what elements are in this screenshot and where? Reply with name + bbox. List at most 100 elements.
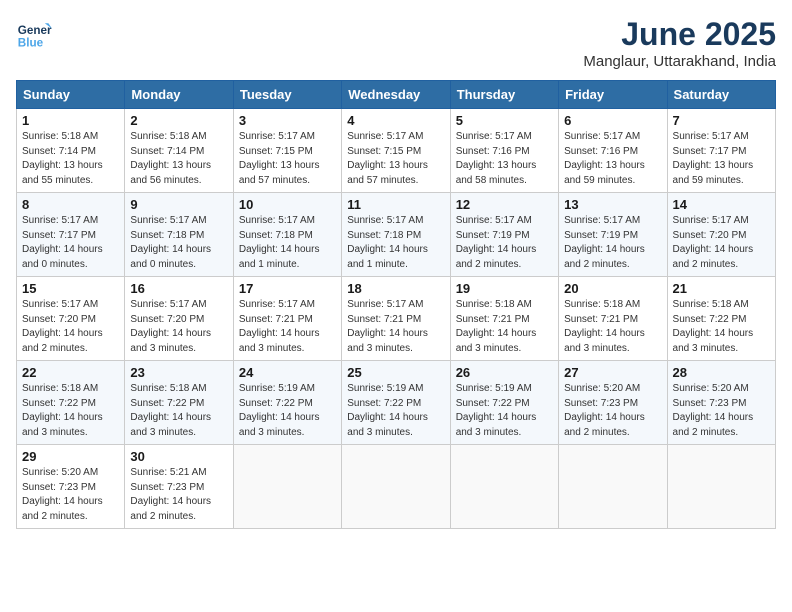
logo-icon: General Blue: [16, 16, 52, 52]
day-info: Sunrise: 5:17 AM Sunset: 7:20 PM Dayligh…: [673, 214, 770, 272]
calendar-cell: [559, 445, 667, 529]
day-info: Sunrise: 5:18 AM Sunset: 7:22 PM Dayligh…: [22, 382, 119, 440]
calendar-cell: 18 Sunrise: 5:17 AM Sunset: 7:21 PM Dayli…: [342, 277, 450, 361]
calendar-cell: 22 Sunrise: 5:18 AM Sunset: 7:22 PM Dayli…: [17, 361, 125, 445]
day-info: Sunrise: 5:18 AM Sunset: 7:22 PM Dayligh…: [130, 382, 227, 440]
day-number: 26: [456, 365, 553, 380]
calendar-cell: 15 Sunrise: 5:17 AM Sunset: 7:20 PM Dayli…: [17, 277, 125, 361]
day-number: 2: [130, 113, 227, 128]
day-info: Sunrise: 5:17 AM Sunset: 7:21 PM Dayligh…: [347, 298, 444, 356]
location-title: Manglaur, Uttarakhand, India: [583, 53, 776, 70]
day-number: 17: [239, 281, 336, 296]
day-number: 15: [22, 281, 119, 296]
calendar-cell: 5 Sunrise: 5:17 AM Sunset: 7:16 PM Daylig…: [450, 109, 558, 193]
day-number: 10: [239, 197, 336, 212]
page-header: General Blue June 2025 Manglaur, Uttarak…: [16, 16, 776, 70]
day-info: Sunrise: 5:17 AM Sunset: 7:18 PM Dayligh…: [130, 214, 227, 272]
day-number: 8: [22, 197, 119, 212]
day-info: Sunrise: 5:19 AM Sunset: 7:22 PM Dayligh…: [347, 382, 444, 440]
calendar-cell: 3Sunrise: 5:17 AM Sunset: 7:15 PM Daylig…: [233, 109, 341, 193]
day-number: 13: [564, 197, 661, 212]
day-info: Sunrise: 5:17 AM Sunset: 7:18 PM Dayligh…: [347, 214, 444, 272]
day-info: Sunrise: 5:17 AM Sunset: 7:15 PM Dayligh…: [239, 130, 336, 188]
logo: General Blue: [16, 16, 52, 52]
day-info: Sunrise: 5:17 AM Sunset: 7:19 PM Dayligh…: [564, 214, 661, 272]
svg-text:Blue: Blue: [18, 37, 44, 50]
calendar-cell: 17 Sunrise: 5:17 AM Sunset: 7:21 PM Dayli…: [233, 277, 341, 361]
day-info: Sunrise: 5:21 AM Sunset: 7:23 PM Dayligh…: [130, 466, 227, 524]
calendar-cell: [342, 445, 450, 529]
calendar-cell: 25 Sunrise: 5:19 AM Sunset: 7:22 PM Dayli…: [342, 361, 450, 445]
calendar-cell: 28 Sunrise: 5:20 AM Sunset: 7:23 PM Dayli…: [667, 361, 775, 445]
weekday-header-saturday: Saturday: [667, 81, 775, 109]
day-number: 19: [456, 281, 553, 296]
calendar-cell: 23 Sunrise: 5:18 AM Sunset: 7:22 PM Dayli…: [125, 361, 233, 445]
day-info: Sunrise: 5:18 AM Sunset: 7:14 PM Dayligh…: [130, 130, 227, 188]
day-number: 18: [347, 281, 444, 296]
day-info: Sunrise: 5:17 AM Sunset: 7:15 PM Dayligh…: [347, 130, 444, 188]
day-number: 25: [347, 365, 444, 380]
day-info: Sunrise: 5:17 AM Sunset: 7:21 PM Dayligh…: [239, 298, 336, 356]
calendar-cell: 21Sunrise: 5:18 AM Sunset: 7:22 PM Dayli…: [667, 277, 775, 361]
day-number: 14: [673, 197, 770, 212]
calendar-cell: 16Sunrise: 5:17 AM Sunset: 7:20 PM Dayli…: [125, 277, 233, 361]
calendar-cell: 27 Sunrise: 5:20 AM Sunset: 7:23 PM Dayli…: [559, 361, 667, 445]
day-info: Sunrise: 5:17 AM Sunset: 7:16 PM Dayligh…: [456, 130, 553, 188]
calendar-cell: 8Sunrise: 5:17 AM Sunset: 7:17 PM Daylig…: [17, 193, 125, 277]
calendar-cell: 20Sunrise: 5:18 AM Sunset: 7:21 PM Dayli…: [559, 277, 667, 361]
day-info: Sunrise: 5:18 AM Sunset: 7:14 PM Dayligh…: [22, 130, 119, 188]
day-info: Sunrise: 5:17 AM Sunset: 7:17 PM Dayligh…: [673, 130, 770, 188]
day-info: Sunrise: 5:17 AM Sunset: 7:20 PM Dayligh…: [130, 298, 227, 356]
day-number: 24: [239, 365, 336, 380]
weekday-header-monday: Monday: [125, 81, 233, 109]
calendar-cell: [233, 445, 341, 529]
day-info: Sunrise: 5:17 AM Sunset: 7:20 PM Dayligh…: [22, 298, 119, 356]
day-number: 12: [456, 197, 553, 212]
calendar-week-3: 15 Sunrise: 5:17 AM Sunset: 7:20 PM Dayli…: [17, 277, 776, 361]
calendar-week-4: 22 Sunrise: 5:18 AM Sunset: 7:22 PM Dayli…: [17, 361, 776, 445]
day-number: 6: [564, 113, 661, 128]
calendar-cell: 10 Sunrise: 5:17 AM Sunset: 7:18 PM Dayli…: [233, 193, 341, 277]
calendar-cell: [450, 445, 558, 529]
weekday-header-wednesday: Wednesday: [342, 81, 450, 109]
day-number: 7: [673, 113, 770, 128]
day-info: Sunrise: 5:17 AM Sunset: 7:18 PM Dayligh…: [239, 214, 336, 272]
calendar-cell: 7 Sunrise: 5:17 AM Sunset: 7:17 PM Daylig…: [667, 109, 775, 193]
day-number: 5: [456, 113, 553, 128]
day-info: Sunrise: 5:18 AM Sunset: 7:22 PM Dayligh…: [673, 298, 770, 356]
calendar-cell: [667, 445, 775, 529]
day-number: 28: [673, 365, 770, 380]
day-info: Sunrise: 5:20 AM Sunset: 7:23 PM Dayligh…: [564, 382, 661, 440]
day-info: Sunrise: 5:20 AM Sunset: 7:23 PM Dayligh…: [673, 382, 770, 440]
day-info: Sunrise: 5:19 AM Sunset: 7:22 PM Dayligh…: [239, 382, 336, 440]
weekday-header-thursday: Thursday: [450, 81, 558, 109]
weekday-header-tuesday: Tuesday: [233, 81, 341, 109]
day-info: Sunrise: 5:18 AM Sunset: 7:21 PM Dayligh…: [456, 298, 553, 356]
weekday-header-row: SundayMondayTuesdayWednesdayThursdayFrid…: [17, 81, 776, 109]
calendar-cell: 1 Sunrise: 5:18 AM Sunset: 7:14 PM Daylig…: [17, 109, 125, 193]
calendar-week-5: 29 Sunrise: 5:20 AM Sunset: 7:23 PM Dayli…: [17, 445, 776, 529]
calendar-cell: 19 Sunrise: 5:18 AM Sunset: 7:21 PM Dayli…: [450, 277, 558, 361]
calendar-cell: 11Sunrise: 5:17 AM Sunset: 7:18 PM Dayli…: [342, 193, 450, 277]
calendar-table: SundayMondayTuesdayWednesdayThursdayFrid…: [16, 80, 776, 529]
calendar-cell: 4 Sunrise: 5:17 AM Sunset: 7:15 PM Daylig…: [342, 109, 450, 193]
calendar-week-1: 1 Sunrise: 5:18 AM Sunset: 7:14 PM Daylig…: [17, 109, 776, 193]
calendar-cell: 9Sunrise: 5:17 AM Sunset: 7:18 PM Daylig…: [125, 193, 233, 277]
day-number: 23: [130, 365, 227, 380]
calendar-cell: 2 Sunrise: 5:18 AM Sunset: 7:14 PM Daylig…: [125, 109, 233, 193]
calendar-cell: 12 Sunrise: 5:17 AM Sunset: 7:19 PM Dayli…: [450, 193, 558, 277]
calendar-cell: 6 Sunrise: 5:17 AM Sunset: 7:16 PM Daylig…: [559, 109, 667, 193]
day-number: 4: [347, 113, 444, 128]
day-info: Sunrise: 5:20 AM Sunset: 7:23 PM Dayligh…: [22, 466, 119, 524]
calendar-cell: 13 Sunrise: 5:17 AM Sunset: 7:19 PM Dayli…: [559, 193, 667, 277]
day-info: Sunrise: 5:17 AM Sunset: 7:19 PM Dayligh…: [456, 214, 553, 272]
day-number: 30: [130, 449, 227, 464]
day-info: Sunrise: 5:17 AM Sunset: 7:16 PM Dayligh…: [564, 130, 661, 188]
calendar-cell: 14 Sunrise: 5:17 AM Sunset: 7:20 PM Dayli…: [667, 193, 775, 277]
day-number: 27: [564, 365, 661, 380]
weekday-header-sunday: Sunday: [17, 81, 125, 109]
day-number: 29: [22, 449, 119, 464]
day-number: 20: [564, 281, 661, 296]
day-number: 22: [22, 365, 119, 380]
day-number: 1: [22, 113, 119, 128]
